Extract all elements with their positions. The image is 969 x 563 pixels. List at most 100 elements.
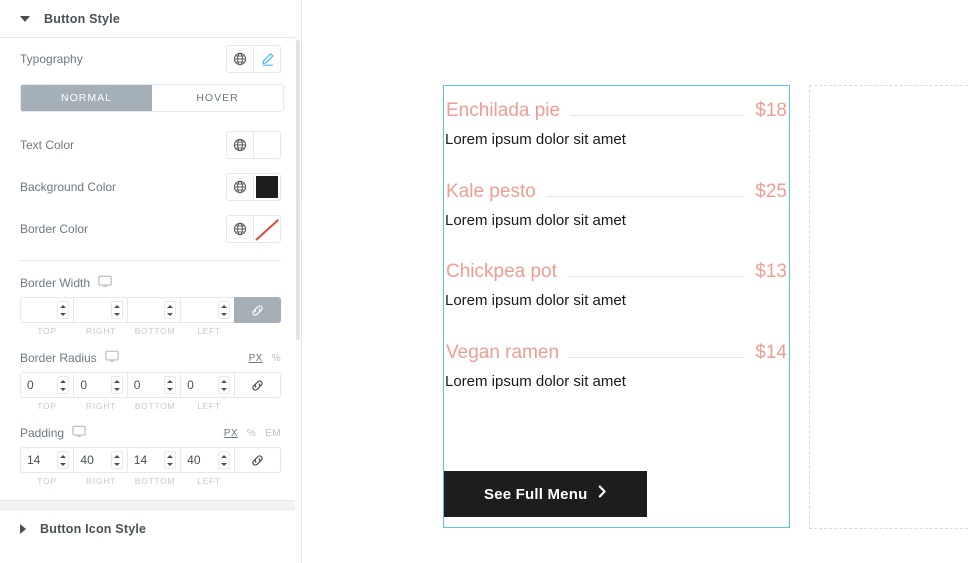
menu-title-row: Vegan ramen $14: [445, 342, 788, 364]
border-color-label: Border Color: [20, 222, 89, 236]
menu-title-row: Kale pesto $25: [445, 181, 788, 203]
see-full-menu-button[interactable]: See Full Menu: [444, 471, 648, 517]
border-width-right-input[interactable]: [73, 297, 127, 323]
border-radius-side-labels: TOP RIGHT BOTTOM LEFT: [20, 401, 281, 411]
list-item[interactable]: Vegan ramen $14 Lorem ipsum dolor sit am…: [444, 342, 789, 392]
border-radius-label: Border Radius: [20, 350, 119, 366]
border-width-link-button[interactable]: [233, 297, 281, 323]
list-item[interactable]: Chickpea pot $13 Lorem ipsum dolor sit a…: [444, 261, 789, 311]
menu-item-price: $18: [755, 100, 787, 121]
padding-right-input[interactable]: 40: [73, 447, 127, 473]
menu-item-description: Lorem ipsum dolor sit amet: [445, 292, 626, 309]
unit-px[interactable]: PX: [249, 353, 263, 364]
section-title: Button Style: [44, 11, 121, 26]
border-radius-right-input[interactable]: 0: [73, 372, 127, 398]
side-label-bottom: BOTTOM: [134, 401, 176, 411]
border-color-control: Border Color: [20, 208, 281, 250]
scrollbar-thumb[interactable]: [296, 40, 300, 340]
border-radius-link-button[interactable]: [233, 372, 281, 398]
side-label-right: RIGHT: [86, 401, 116, 411]
desktop-icon[interactable]: [104, 350, 119, 366]
background-color-swatch[interactable]: [253, 173, 281, 201]
border-radius-units: PX %: [249, 353, 281, 364]
border-radius-top-input[interactable]: 0: [20, 372, 74, 398]
border-color-group: [226, 215, 281, 243]
text-color-control: Text Color: [20, 124, 281, 166]
stepper-icon[interactable]: [217, 376, 230, 394]
pencil-icon[interactable]: [253, 45, 281, 73]
selected-column[interactable]: Enchilada pie $18 Lorem ipsum dolor sit …: [443, 85, 790, 528]
border-width-header: Border Width: [20, 275, 281, 291]
menu-item-price: $13: [755, 261, 787, 282]
globe-icon[interactable]: [226, 131, 253, 159]
padding-top-input[interactable]: 14: [20, 447, 74, 473]
stepper-icon[interactable]: [110, 451, 123, 469]
stepper-icon[interactable]: [57, 376, 70, 394]
chevron-right-icon: [20, 524, 26, 534]
border-color-swatch-none[interactable]: [253, 215, 281, 243]
panel-scrollbar[interactable]: [295, 0, 301, 563]
stepper-icon[interactable]: [217, 451, 230, 469]
chevron-down-icon: [20, 15, 30, 22]
stepper-icon[interactable]: [110, 376, 123, 394]
leader-line: [545, 195, 746, 197]
border-radius-inputs: 0 0 0 0: [20, 372, 281, 398]
side-label-right: RIGHT: [86, 476, 116, 486]
divider: [20, 260, 281, 261]
unit-em[interactable]: EM: [265, 428, 281, 439]
list-item[interactable]: Enchilada pie $18 Lorem ipsum dolor sit …: [444, 100, 789, 150]
globe-icon[interactable]: [226, 45, 253, 73]
side-label-top: TOP: [37, 476, 57, 486]
desktop-icon[interactable]: [98, 275, 112, 291]
editor-canvas[interactable]: Enchilada pie $18 Lorem ipsum dolor sit …: [303, 0, 969, 563]
border-radius-bottom-input[interactable]: 0: [126, 372, 181, 398]
swatch-fill: [256, 176, 278, 198]
list-item[interactable]: Kale pesto $25 Lorem ipsum dolor sit ame…: [444, 181, 789, 231]
stepper-icon[interactable]: [217, 301, 230, 319]
stepper-icon[interactable]: [164, 451, 177, 469]
menu-item-title: Vegan ramen: [446, 341, 560, 363]
tab-normal[interactable]: NORMAL: [21, 85, 152, 111]
stepper-icon[interactable]: [164, 301, 177, 319]
settings-panel: Button Style Typography NORMAL HOVER Tex…: [0, 0, 302, 563]
section-header-button-icon-style[interactable]: Button Icon Style: [0, 510, 301, 548]
border-width-top-input[interactable]: [20, 297, 74, 323]
section-header-button-style[interactable]: Button Style: [0, 0, 301, 38]
typography-buttons: [226, 45, 281, 73]
stepper-icon[interactable]: [57, 451, 70, 469]
empty-column-placeholder[interactable]: [809, 85, 969, 529]
leader-line: [569, 356, 746, 358]
border-radius-left-input[interactable]: 0: [180, 372, 234, 398]
stepper-icon[interactable]: [164, 376, 177, 394]
stepper-icon[interactable]: [57, 301, 70, 319]
unit-percent[interactable]: %: [272, 353, 281, 364]
background-color-label: Background Color: [20, 180, 117, 194]
tab-hover[interactable]: HOVER: [152, 85, 283, 111]
leader-line: [566, 276, 746, 277]
text-color-group: [226, 131, 281, 159]
unit-px[interactable]: PX: [224, 428, 238, 439]
unit-percent[interactable]: %: [247, 428, 256, 439]
menu-item-description: Lorem ipsum dolor sit amet: [445, 211, 626, 229]
menu-item-price: $25: [755, 180, 787, 202]
padding-header: Padding PX % EM: [20, 425, 281, 441]
stepper-icon[interactable]: [110, 301, 123, 319]
border-width-side-labels: TOP RIGHT BOTTOM LEFT: [20, 326, 281, 336]
border-width-left-input[interactable]: [180, 297, 234, 323]
text-color-swatch[interactable]: [253, 131, 281, 159]
see-full-menu-label: See Full Menu: [484, 485, 588, 503]
padding-bottom-input[interactable]: 14: [126, 447, 181, 473]
swatch-fill: [258, 136, 276, 154]
side-label-top: TOP: [37, 401, 57, 411]
globe-icon[interactable]: [226, 173, 253, 201]
padding-left-input[interactable]: 40: [180, 447, 234, 473]
border-width-bottom-input[interactable]: [126, 297, 181, 323]
panel-scroll-area[interactable]: Button Style Typography NORMAL HOVER Tex…: [0, 0, 301, 563]
menu-item-title: Enchilada pie: [446, 100, 561, 121]
desktop-icon[interactable]: [72, 425, 86, 441]
menu-title-row: Chickpea pot $13: [445, 261, 788, 283]
padding-link-button[interactable]: [233, 447, 281, 473]
globe-icon[interactable]: [226, 215, 253, 243]
